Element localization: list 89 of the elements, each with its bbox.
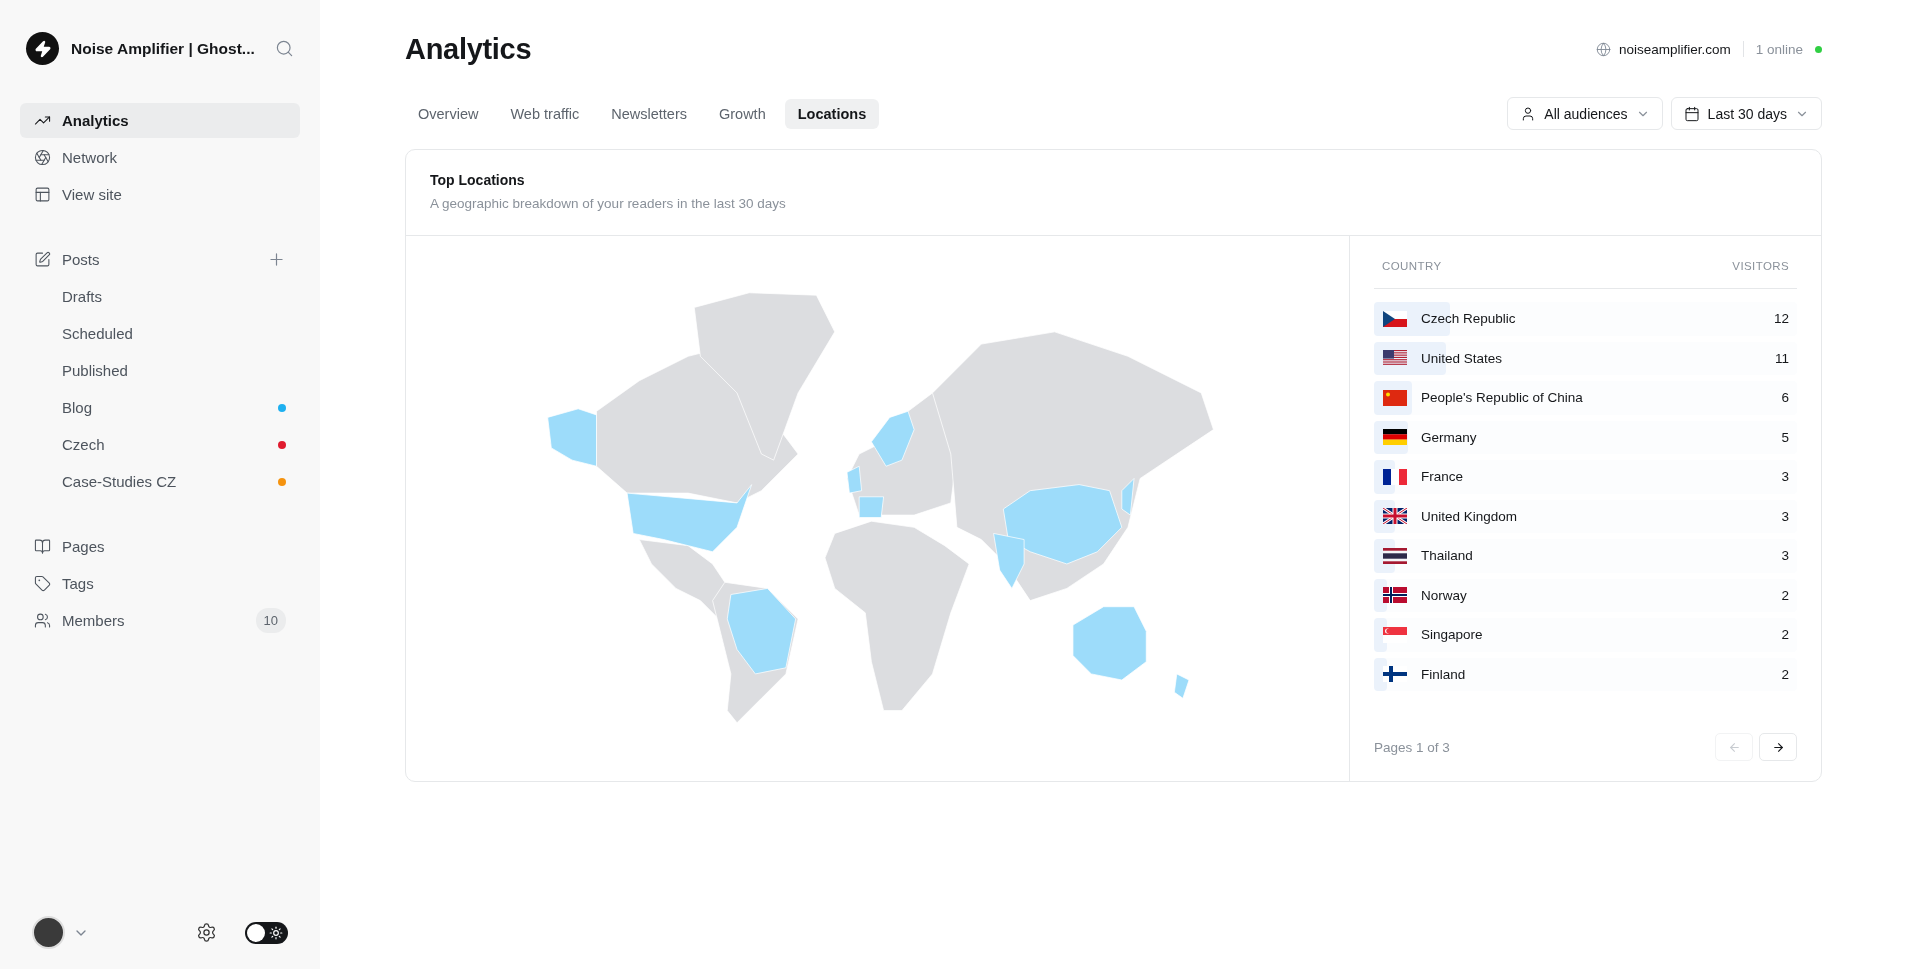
site-link[interactable]: noiseamplifier.com — [1618, 41, 1731, 57]
country-name: Finland — [1421, 666, 1467, 682]
country-name: Norway — [1421, 587, 1468, 603]
visitor-count: 5 — [1781, 429, 1789, 445]
lightning-logo-icon — [26, 32, 59, 65]
card-title: Top Locations — [430, 172, 526, 188]
visitor-count: 3 — [1781, 469, 1789, 485]
calendar-icon — [1683, 105, 1700, 122]
book-icon — [34, 538, 51, 555]
visitor-count: 12 — [1773, 311, 1789, 327]
site-title: Noise Amplifier | Ghost... — [71, 39, 256, 58]
nav-item[interactable]: Drafts — [20, 279, 300, 314]
nav-label: Tags — [62, 575, 95, 592]
aperture-icon — [34, 149, 51, 166]
nav-item[interactable]: Pages — [20, 529, 300, 564]
nav-item[interactable]: Scheduled — [20, 316, 300, 351]
tab[interactable]: Locations — [784, 98, 880, 129]
settings-button[interactable] — [196, 922, 217, 943]
flag-icon — [1383, 626, 1407, 643]
country-name: Thailand — [1421, 548, 1474, 564]
nav-label: Pages — [62, 538, 106, 555]
arrow-right-icon — [1771, 740, 1785, 754]
nav-item[interactable]: Published — [20, 353, 300, 388]
nav-item[interactable]: Members 10 — [20, 603, 300, 638]
nav-item[interactable]: View site — [20, 177, 300, 212]
filter-dropdown[interactable]: All audiences — [1507, 97, 1663, 130]
nav-label: Case-Studies CZ — [62, 473, 178, 490]
nav-label: Drafts — [62, 288, 103, 305]
visitor-count: 11 — [1775, 350, 1789, 366]
country-name: People's Republic of China — [1421, 390, 1584, 406]
card-subtitle: A geographic breakdown of your readers in the last 30 days — [430, 196, 787, 211]
nav-label: Czech — [62, 436, 106, 453]
edit-icon — [34, 251, 51, 268]
flag-icon — [1383, 350, 1407, 367]
nav-item[interactable]: Case-Studies CZ — [20, 464, 300, 499]
nav-label: Scheduled — [62, 325, 134, 342]
count-badge: 10 — [255, 608, 286, 633]
nav-label: Network — [62, 149, 118, 166]
page-indicator: Pages 1 of 3 — [1374, 739, 1450, 755]
sun-icon — [269, 925, 283, 940]
column-header: COUNTRY — [1382, 260, 1442, 272]
visitor-count: 3 — [1781, 508, 1789, 524]
layout-icon — [34, 186, 51, 203]
column-header: VISITORS — [1732, 260, 1789, 272]
nav-item[interactable]: Posts — [20, 242, 300, 277]
theme-toggle[interactable] — [245, 921, 288, 944]
flag-icon — [1383, 429, 1407, 446]
country-name: Singapore — [1421, 627, 1484, 643]
nav-label: Published — [62, 362, 129, 379]
nav-label: Blog — [62, 399, 94, 416]
page-title: Analytics — [405, 32, 532, 66]
nav-item[interactable]: Blog — [20, 390, 300, 425]
tab[interactable]: Web traffic — [497, 98, 593, 129]
tag-icon — [34, 575, 51, 592]
country-name: Czech Republic — [1421, 311, 1517, 327]
tab[interactable]: Overview — [405, 98, 492, 129]
add-button[interactable] — [267, 250, 286, 269]
visitor-count: 3 — [1781, 548, 1789, 564]
flag-icon — [1383, 310, 1407, 327]
country-name: United States — [1421, 350, 1504, 366]
visitor-count: 2 — [1781, 587, 1789, 603]
visitor-count: 2 — [1781, 666, 1789, 682]
tab[interactable]: Growth — [705, 98, 779, 129]
search-button[interactable] — [275, 39, 294, 58]
online-count: 1 online — [1755, 41, 1803, 57]
nav-item[interactable]: Analytics — [20, 103, 300, 138]
avatar[interactable] — [32, 916, 65, 949]
filter-dropdown[interactable]: Last 30 days — [1670, 97, 1822, 130]
flag-icon — [1383, 587, 1407, 604]
country-name: United Kingdom — [1421, 508, 1519, 524]
country-name: Germany — [1421, 429, 1478, 445]
nav-label: Members — [62, 612, 126, 629]
country-name: France — [1421, 469, 1465, 485]
nav-item[interactable]: Tags — [20, 566, 300, 601]
arrow-left-icon — [1727, 740, 1741, 754]
nav-label: Posts — [62, 251, 101, 268]
visitor-count: 2 — [1781, 627, 1789, 643]
nav-item[interactable]: Network — [20, 140, 300, 175]
flag-icon — [1383, 468, 1407, 485]
online-dot — [1815, 45, 1822, 53]
users-icon — [34, 612, 51, 629]
next-page-button[interactable] — [1759, 733, 1797, 761]
nav-label: View site — [62, 186, 123, 203]
globe-icon — [1595, 41, 1611, 57]
nav-label: Analytics — [62, 112, 130, 129]
visitor-count: 6 — [1781, 390, 1789, 406]
nav-item[interactable]: Czech — [20, 427, 300, 462]
tab[interactable]: Newsletters — [598, 98, 700, 129]
flag-icon — [1383, 508, 1407, 525]
